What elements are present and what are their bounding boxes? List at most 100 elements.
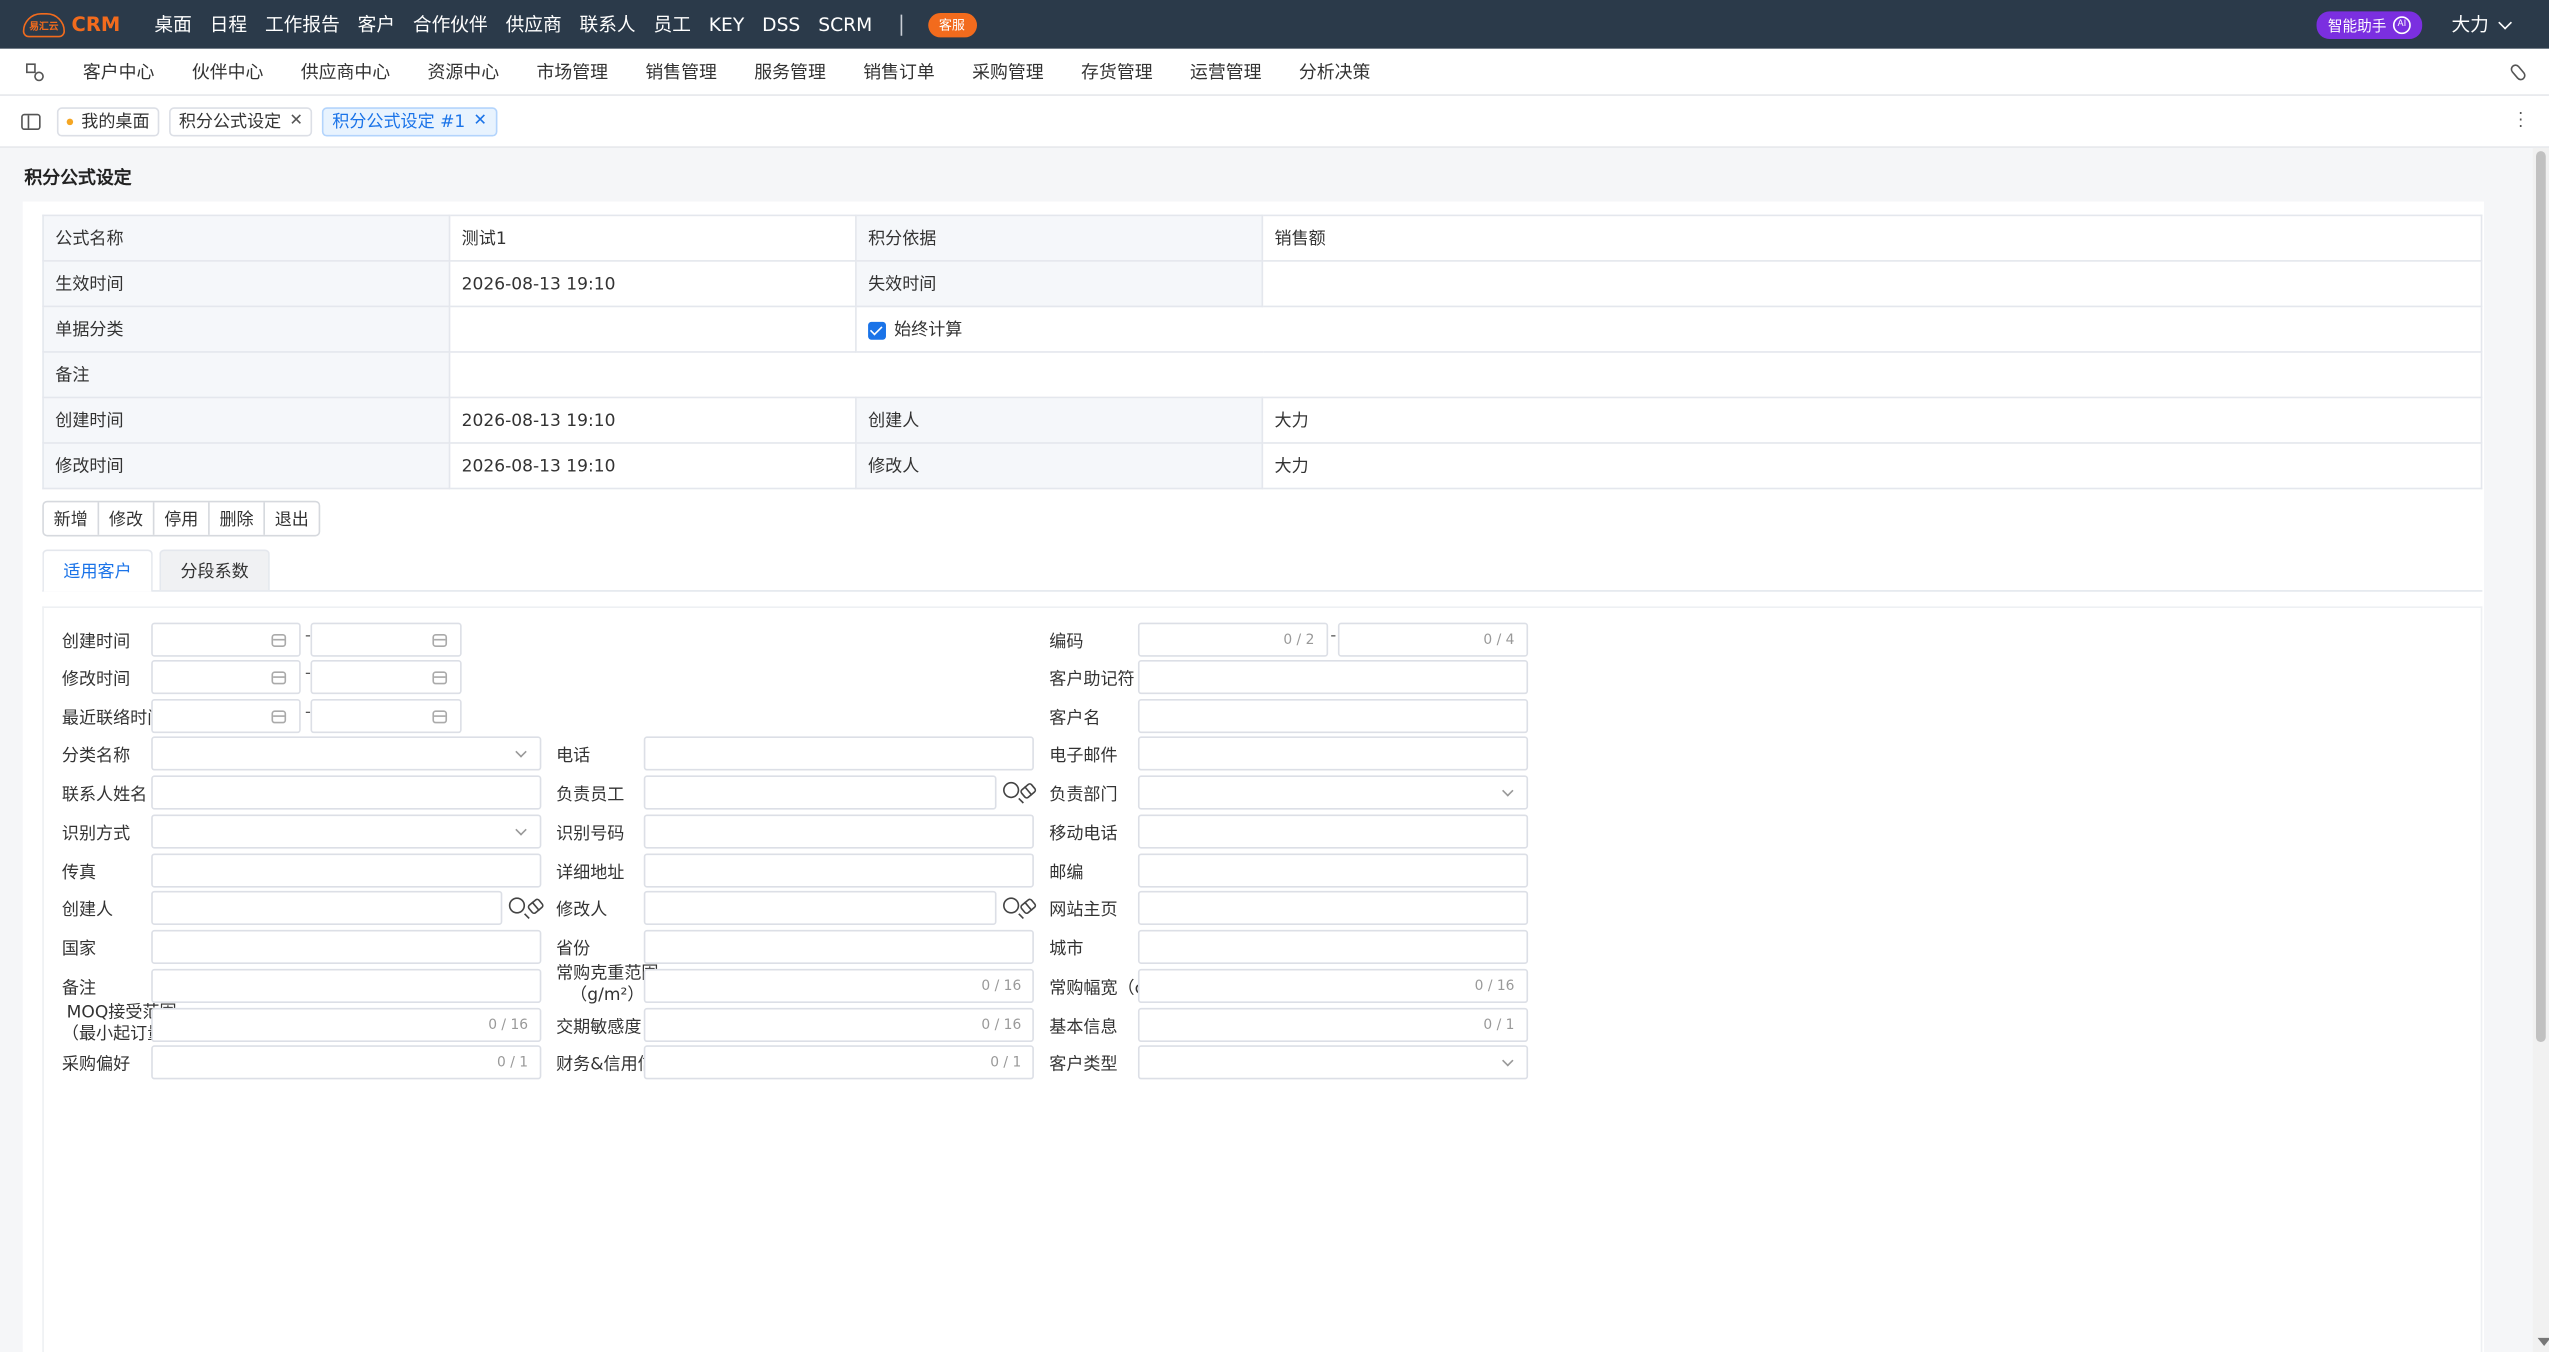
module-supplier-center[interactable]: 供应商中心 xyxy=(301,59,390,85)
effective-value: 2026-08-13 19:10 xyxy=(448,260,857,308)
user-menu[interactable]: 大力 xyxy=(2451,11,2513,37)
edit-button[interactable]: 修改 xyxy=(99,502,155,535)
range-dash: - xyxy=(1330,626,1337,645)
top-nav-key[interactable]: KEY xyxy=(709,13,745,36)
calendar-icon xyxy=(271,710,287,724)
top-nav-desktop[interactable]: 桌面 xyxy=(154,11,191,37)
tab-segment-coefficient[interactable]: 分段系数 xyxy=(159,549,270,591)
purchase-pref-input[interactable]: 0 / 1 xyxy=(150,1045,542,1080)
attachment-icon[interactable] xyxy=(2508,61,2528,82)
module-switch-icon[interactable] xyxy=(26,62,44,81)
ai-assistant-button[interactable]: 智能助手 AI xyxy=(2316,10,2423,39)
top-nav-employee[interactable]: 员工 xyxy=(654,11,691,37)
delete-button[interactable]: 删除 xyxy=(210,502,265,535)
module-purchase[interactable]: 采购管理 xyxy=(972,59,1044,85)
id-method-select[interactable] xyxy=(150,814,542,849)
module-service[interactable]: 服务管理 xyxy=(754,59,826,85)
disable-button[interactable]: 停用 xyxy=(154,502,210,535)
module-partner-center[interactable]: 伙伴中心 xyxy=(192,59,264,85)
module-analytics[interactable]: 分析决策 xyxy=(1299,59,1371,85)
chevron-down-icon xyxy=(1501,785,1513,798)
service-button[interactable]: 客服 xyxy=(927,12,977,37)
module-sales-order[interactable]: 销售订单 xyxy=(863,59,935,85)
exit-button[interactable]: 退出 xyxy=(265,502,319,535)
email-input[interactable] xyxy=(1137,737,1528,772)
more-vertical-icon[interactable]: · · · xyxy=(2518,106,2525,135)
website-input[interactable] xyxy=(1137,891,1528,926)
scrollbar-thumb[interactable] xyxy=(2535,151,2546,1043)
contact-name-input[interactable] xyxy=(150,776,542,811)
modified-time-end[interactable] xyxy=(310,660,462,695)
lead-sensitivity-input[interactable]: 0 / 16 xyxy=(644,1007,1035,1042)
last-contact-start[interactable] xyxy=(150,699,301,734)
modified-time-start[interactable] xyxy=(150,660,301,695)
top-nav-contact[interactable]: 联系人 xyxy=(580,11,636,37)
tab-formula-settings[interactable]: 积分公式设定 ✕ xyxy=(169,106,313,136)
scroll-down-icon[interactable] xyxy=(2537,1337,2549,1347)
zip-input[interactable] xyxy=(1137,853,1528,888)
top-nav-scrm[interactable]: SCRM xyxy=(818,13,872,36)
id-number-input[interactable] xyxy=(644,814,1035,849)
module-operations[interactable]: 运营管理 xyxy=(1190,59,1262,85)
module-sales[interactable]: 销售管理 xyxy=(645,59,717,85)
customer-type-select[interactable] xyxy=(1137,1045,1528,1080)
phone-input[interactable] xyxy=(644,737,1035,772)
city-input[interactable] xyxy=(1137,930,1528,965)
eraser-icon[interactable] xyxy=(526,897,545,916)
moq-input[interactable]: 0 / 16 xyxy=(150,1007,542,1042)
top-nav-work-report[interactable]: 工作报告 xyxy=(265,11,340,37)
customer-type-label: 客户类型 xyxy=(1049,1054,1118,1075)
sidebar-toggle-icon[interactable] xyxy=(21,112,41,130)
top-bar: 易汇云 CRM 桌面 日程 工作报告 客户 合作伙伴 供应商 联系人 员工 KE… xyxy=(0,0,2549,49)
module-resource-center[interactable]: 资源中心 xyxy=(428,59,500,85)
top-nav-customer[interactable]: 客户 xyxy=(358,11,395,37)
module-customer-center[interactable]: 客户中心 xyxy=(83,59,155,85)
tab-label: 我的桌面 xyxy=(81,112,150,132)
add-button[interactable]: 新增 xyxy=(44,502,100,535)
country-input[interactable] xyxy=(150,930,542,965)
finance-input[interactable]: 0 / 1 xyxy=(644,1045,1035,1080)
top-nav-supplier[interactable]: 供应商 xyxy=(506,11,562,37)
top-nav-schedule[interactable]: 日程 xyxy=(210,11,247,37)
search-icon[interactable] xyxy=(1002,782,1019,799)
module-inventory[interactable]: 存货管理 xyxy=(1081,59,1153,85)
always-calc-checkbox[interactable] xyxy=(868,321,886,339)
province-input[interactable] xyxy=(644,930,1035,965)
modified-time-label: 修改时间 xyxy=(61,669,131,690)
search-icon[interactable] xyxy=(1002,897,1019,914)
top-nav-dss[interactable]: DSS xyxy=(762,13,800,36)
customer-name-input[interactable] xyxy=(1137,699,1528,734)
category-name-select[interactable] xyxy=(150,737,542,772)
top-nav-partner[interactable]: 合作伙伴 xyxy=(413,11,488,37)
code-from-input[interactable]: 0 / 2 xyxy=(1137,621,1328,657)
code-to-input[interactable]: 0 / 4 xyxy=(1337,621,1528,657)
last-contact-end[interactable] xyxy=(310,699,462,734)
creator-input[interactable] xyxy=(150,891,504,926)
vertical-scrollbar[interactable] xyxy=(2532,147,2549,1352)
dept-select[interactable] xyxy=(1137,776,1528,811)
tab-formula-settings-1[interactable]: 积分公式设定 #1 ✕ xyxy=(322,106,497,136)
modifier-input[interactable] xyxy=(644,891,997,926)
created-time-end[interactable] xyxy=(310,621,462,657)
fax-input[interactable] xyxy=(150,853,542,888)
close-icon[interactable]: ✕ xyxy=(289,112,303,130)
close-icon[interactable]: ✕ xyxy=(473,112,487,130)
search-icon[interactable] xyxy=(509,897,526,914)
created-time-start[interactable] xyxy=(150,621,301,657)
tab-applicable-customers[interactable]: 适用客户 xyxy=(42,549,153,592)
basic-info-input[interactable]: 0 / 1 xyxy=(1137,1007,1528,1042)
remark-input[interactable] xyxy=(150,968,542,1003)
tab-my-desktop[interactable]: 我的桌面 xyxy=(56,106,160,136)
owner-input[interactable] xyxy=(644,776,997,811)
width-range-input[interactable]: 0 / 16 xyxy=(1137,968,1528,1003)
eraser-icon[interactable] xyxy=(1019,897,1038,916)
eraser-icon[interactable] xyxy=(1019,782,1038,801)
module-nav: 客户中心 伙伴中心 供应商中心 资源中心 市场管理 销售管理 服务管理 销售订单… xyxy=(0,48,2549,96)
mobile-input[interactable] xyxy=(1137,814,1528,849)
logo[interactable]: 易汇云 CRM xyxy=(22,12,140,37)
weight-range-input[interactable]: 0 / 16 xyxy=(644,968,1035,1003)
address-input[interactable] xyxy=(644,853,1035,888)
page-tabs: 我的桌面 积分公式设定 ✕ 积分公式设定 #1 ✕ · · · xyxy=(0,95,2549,148)
mnemonic-input[interactable] xyxy=(1137,660,1528,695)
module-marketing[interactable]: 市场管理 xyxy=(536,59,608,85)
